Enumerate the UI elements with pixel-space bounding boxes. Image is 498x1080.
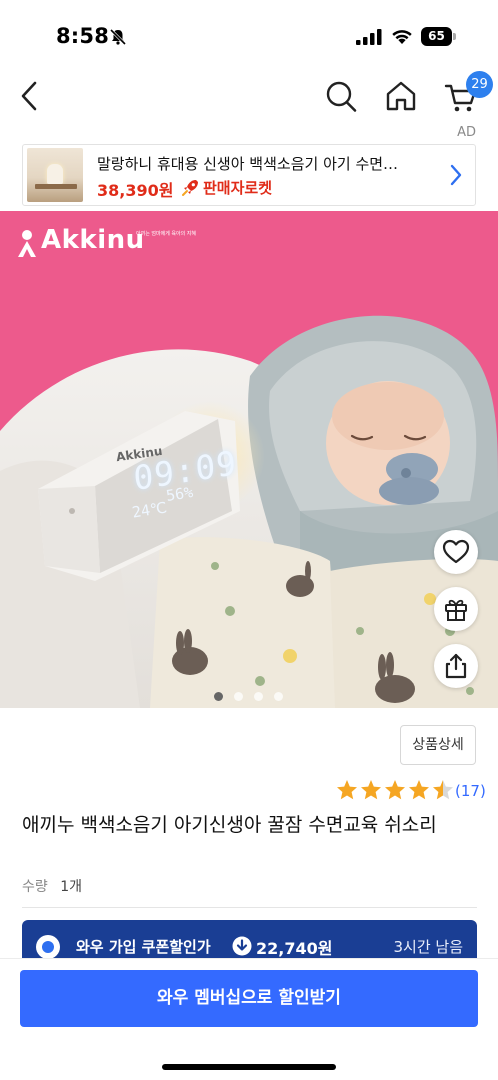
review-count[interactable]: (17) xyxy=(455,782,486,800)
carousel-dot[interactable] xyxy=(234,692,243,701)
product-photo xyxy=(0,315,498,708)
share-button[interactable] xyxy=(434,644,478,688)
download-icon[interactable] xyxy=(232,936,252,956)
carousel-dot[interactable] xyxy=(254,692,263,701)
product-detail-button[interactable]: 상품상세 xyxy=(400,725,476,765)
star-icon xyxy=(409,780,429,800)
home-indicator xyxy=(162,1064,336,1070)
cart-count-badge: 29 xyxy=(466,71,493,98)
nav-bar: 29 xyxy=(0,70,498,125)
back-icon[interactable] xyxy=(16,78,44,114)
wow-membership-discount-button[interactable]: 와우 멤버십으로 할인받기 xyxy=(20,970,478,1027)
rocket-icon xyxy=(182,180,198,196)
ad-thumbnail xyxy=(27,148,83,202)
battery-level: 65 xyxy=(421,27,452,46)
star-icon xyxy=(385,780,405,800)
gift-button[interactable] xyxy=(434,587,478,631)
heart-icon xyxy=(442,539,470,564)
gift-icon xyxy=(445,599,467,621)
chevron-right-icon[interactable] xyxy=(449,163,463,187)
ad-title: 말랑하니 휴대용 신생아 백색소음기 아기 수면… xyxy=(97,155,399,173)
ad-price: 38,390원 xyxy=(97,181,174,200)
ad-seller: 판매자로켓 xyxy=(203,179,273,197)
coupon-label: 와우 가입 쿠폰할인가 xyxy=(76,938,211,956)
search-icon[interactable] xyxy=(324,78,358,114)
home-icon[interactable] xyxy=(383,78,419,114)
star-icon xyxy=(361,780,381,800)
coupon-time-left: 3시간 남음 xyxy=(393,938,463,956)
ad-label: AD xyxy=(457,125,476,140)
share-icon xyxy=(445,653,467,679)
brand-name: Akkinu xyxy=(41,225,145,255)
brand-logo-icon xyxy=(18,230,36,257)
coupon-radio[interactable] xyxy=(36,935,60,959)
coupon-price: 22,740원 xyxy=(256,939,333,958)
status-bar: 8:58 65 xyxy=(0,0,498,70)
brand-tagline: 아끼는 엄마에게 육아의 지혜 xyxy=(136,231,196,237)
quantity-label: 수량 xyxy=(22,879,48,895)
status-time: 8:58 xyxy=(56,24,110,48)
like-button[interactable] xyxy=(434,530,478,574)
carousel-dot[interactable] xyxy=(274,692,283,701)
bell-slash-icon xyxy=(109,28,127,46)
star-icon xyxy=(337,780,357,800)
wifi-icon xyxy=(392,30,412,44)
signal-icon xyxy=(356,29,382,45)
star-half-icon xyxy=(433,780,453,800)
product-image[interactable]: Akkinu 아끼는 엄마에게 육아의 지혜 Akkinu 09:09 24℃ … xyxy=(0,211,498,708)
quantity: 수량 1개 xyxy=(22,876,82,896)
divider xyxy=(22,907,477,908)
carousel-dot[interactable] xyxy=(214,692,223,701)
product-title: 애끼누 백색소음기 아기신생아 꿀잠 수면교육 쉬소리 xyxy=(22,814,437,836)
ad-banner[interactable]: 말랑하니 휴대용 신생아 백색소음기 아기 수면… 38,390원 판매자로켓 xyxy=(22,144,476,206)
battery-indicator: 65 xyxy=(421,27,457,46)
quantity-value: 1개 xyxy=(60,879,83,895)
